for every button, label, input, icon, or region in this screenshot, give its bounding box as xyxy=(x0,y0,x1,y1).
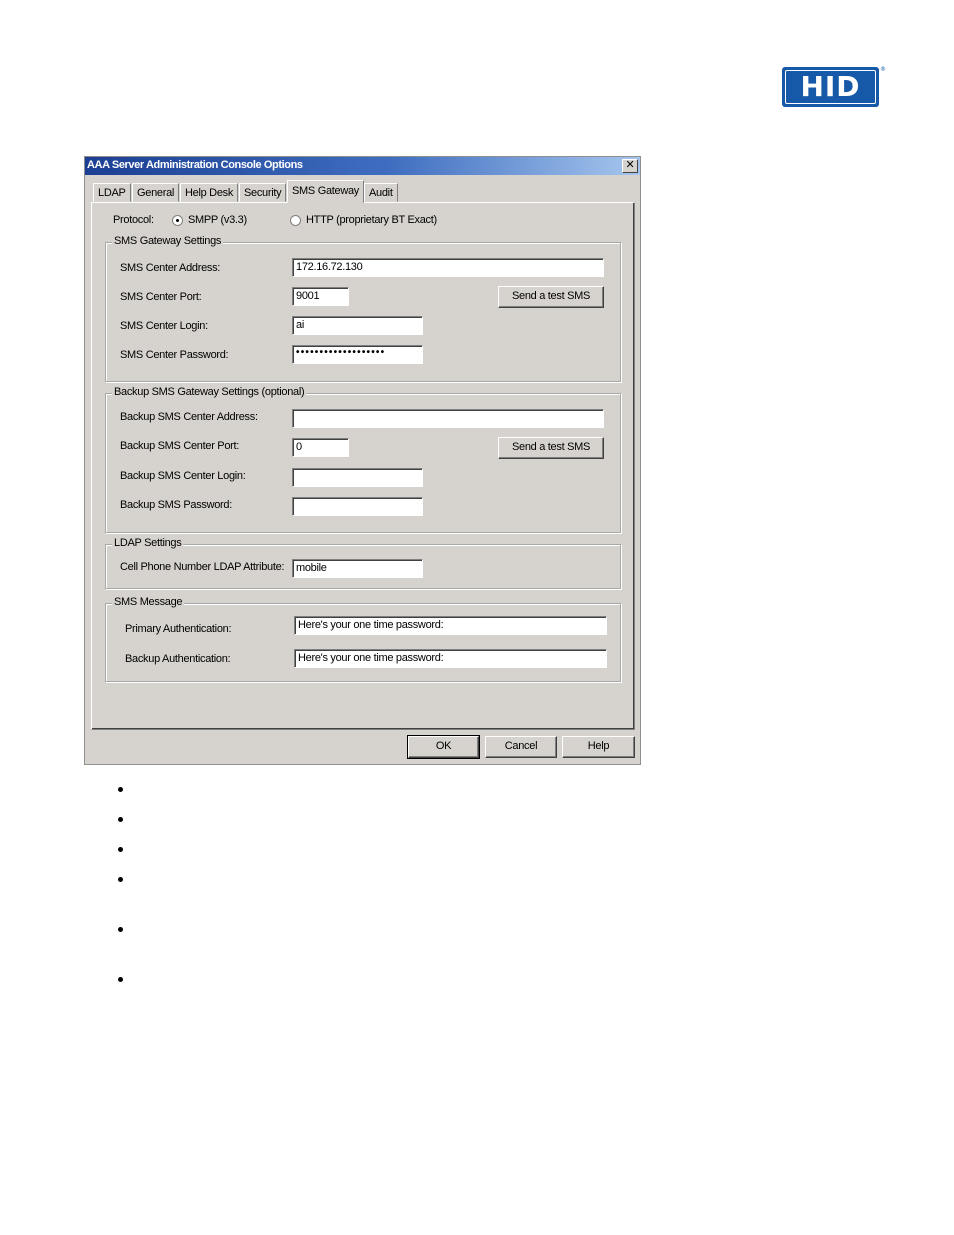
bullet-point xyxy=(118,927,123,932)
hid-logo-text: HID xyxy=(800,70,861,103)
sms-gateway-panel: Protocol: SMPP (v3.3) HTTP (proprietary … xyxy=(91,202,635,730)
tab-audit[interactable]: Audit xyxy=(364,183,398,202)
sms-message-group: SMS Message Primary Authentication: Here… xyxy=(105,596,621,682)
protocol-label: Protocol: xyxy=(113,214,154,226)
registered-mark: ® xyxy=(880,66,886,73)
close-icon: ✕ xyxy=(625,159,635,171)
http-radio[interactable] xyxy=(290,215,301,226)
http-label[interactable]: HTTP (proprietary BT Exact) xyxy=(306,214,437,226)
bullet-point xyxy=(118,817,123,822)
backup-sms-center-port-label: Backup SMS Center Port: xyxy=(120,440,240,452)
sms-center-port-input[interactable]: 9001 xyxy=(292,287,349,306)
cancel-button[interactable]: Cancel xyxy=(485,736,557,758)
primary-authentication-label: Primary Authentication: xyxy=(125,623,232,635)
sms-center-address-input[interactable]: 172.16.72.130 xyxy=(292,258,604,277)
hid-logo-frame: HID xyxy=(785,70,876,104)
sms-center-login-input[interactable]: ai xyxy=(292,316,423,335)
sms-center-password-label: SMS Center Password: xyxy=(120,349,229,361)
backup-sms-center-address-label: Backup SMS Center Address: xyxy=(120,411,258,423)
backup-authentication-label: Backup Authentication: xyxy=(125,653,231,665)
backup-sms-center-port-input[interactable]: 0 xyxy=(292,438,349,457)
tab-label: SMS Gateway xyxy=(292,185,360,197)
close-button[interactable]: ✕ xyxy=(622,159,638,173)
send-test-sms-button[interactable]: Send a test SMS xyxy=(498,286,604,308)
group-title: SMS Message xyxy=(112,596,185,608)
backup-authentication-input[interactable]: Here's your one time password: xyxy=(294,649,607,668)
bullet-point xyxy=(118,787,123,792)
sms-center-login-label: SMS Center Login: xyxy=(120,320,208,332)
backup-sms-center-login-label: Backup SMS Center Login: xyxy=(120,470,246,482)
help-button[interactable]: Help xyxy=(562,736,635,758)
sms-gateway-settings-group: SMS Gateway Settings SMS Center Address:… xyxy=(105,235,621,382)
bullet-point xyxy=(118,977,123,982)
tab-security[interactable]: Security xyxy=(239,183,287,202)
options-dialog: AAA Server Administration Console Option… xyxy=(84,156,641,765)
bullet-point xyxy=(118,847,123,852)
cell-phone-ldap-attribute-input[interactable]: mobile xyxy=(292,559,423,578)
title-bar[interactable]: AAA Server Administration Console Option… xyxy=(85,157,640,175)
sms-center-password-input[interactable]: ••••••••••••••••••• xyxy=(292,345,423,364)
cell-phone-ldap-attribute-label: Cell Phone Number LDAP Attribute: xyxy=(120,561,285,573)
group-title: LDAP Settings xyxy=(112,537,184,549)
backup-send-test-sms-button[interactable]: Send a test SMS xyxy=(498,437,604,459)
backup-sms-gateway-settings-group: Backup SMS Gateway Settings (optional) B… xyxy=(105,386,621,533)
sms-center-address-label: SMS Center Address: xyxy=(120,262,221,274)
tab-label: LDAP xyxy=(98,187,126,199)
window-title: AAA Server Administration Console Option… xyxy=(87,159,303,171)
tab-label: Security xyxy=(244,187,282,199)
backup-sms-password-label: Backup SMS Password: xyxy=(120,499,232,511)
tab-ldap[interactable]: LDAP xyxy=(93,183,131,202)
sms-center-port-label: SMS Center Port: xyxy=(120,291,202,303)
hid-logo: HID xyxy=(782,67,879,107)
backup-sms-center-address-input[interactable] xyxy=(292,409,604,428)
primary-authentication-input[interactable]: Here's your one time password: xyxy=(294,616,607,635)
tab-help-desk[interactable]: Help Desk xyxy=(180,183,239,202)
group-title: Backup SMS Gateway Settings (optional) xyxy=(112,386,307,398)
tab-label: Audit xyxy=(369,187,393,199)
tab-label: Help Desk xyxy=(185,187,234,199)
ok-button[interactable]: OK xyxy=(407,735,480,759)
backup-sms-password-input[interactable] xyxy=(292,497,423,516)
tab-sms-gateway[interactable]: SMS Gateway xyxy=(287,180,365,203)
group-title: SMS Gateway Settings xyxy=(112,235,224,247)
smpp-radio[interactable] xyxy=(172,215,183,226)
tab-general[interactable]: General xyxy=(132,183,180,202)
backup-sms-center-login-input[interactable] xyxy=(292,468,423,487)
smpp-label[interactable]: SMPP (v3.3) xyxy=(188,214,247,226)
tab-label: General xyxy=(137,187,175,199)
bullet-point xyxy=(118,877,123,882)
ldap-settings-group: LDAP Settings Cell Phone Number LDAP Att… xyxy=(105,537,621,589)
